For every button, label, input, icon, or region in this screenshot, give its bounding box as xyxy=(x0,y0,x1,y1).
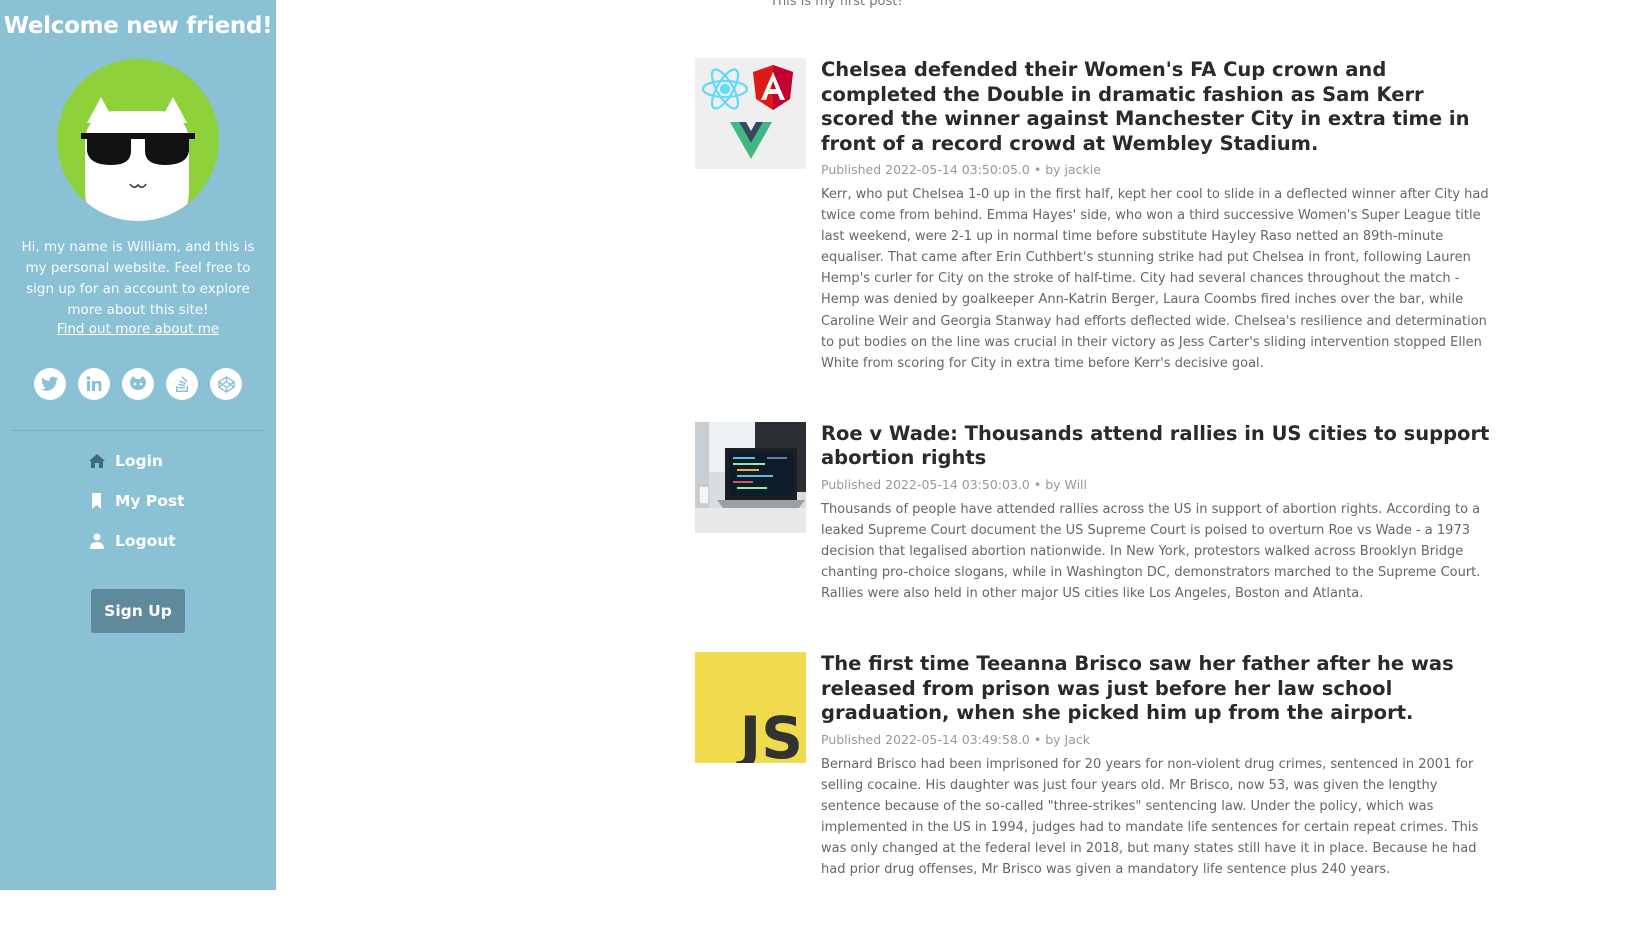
post-date: Published 2022-05-14 03:50:05.0 xyxy=(821,162,1030,177)
js-logo-text: JS xyxy=(736,704,803,763)
sidebar-divider xyxy=(11,430,265,431)
sidebar: Welcome new friend! Hi, my name is Willi… xyxy=(0,0,276,890)
social-links xyxy=(0,368,276,400)
post-body: The first time Teeanna Brisco saw her fa… xyxy=(821,652,1490,880)
sidebar-nav: Login My Post Logout xyxy=(0,449,276,553)
home-icon xyxy=(89,454,105,468)
post-title[interactable]: The first time Teeanna Brisco saw her fa… xyxy=(821,652,1490,726)
post-title[interactable]: Chelsea defended their Women's FA Cup cr… xyxy=(821,58,1490,156)
nav-item-logout[interactable]: Logout xyxy=(78,529,198,553)
nav-item-my-post[interactable]: My Post xyxy=(78,489,198,513)
post-thumbnail[interactable] xyxy=(695,421,806,533)
about-link[interactable]: Find out more about me xyxy=(0,321,276,337)
frameworks-logo-icon xyxy=(695,58,806,169)
bookmark-icon xyxy=(92,493,101,509)
meta-separator: • xyxy=(1033,162,1046,177)
post-thumbnail[interactable]: JS xyxy=(695,652,806,764)
post-list: Chelsea defended their Women's FA Cup cr… xyxy=(695,58,1490,928)
nav-item-label: My Post xyxy=(115,492,185,510)
avatar-mouth-icon xyxy=(129,183,147,188)
welcome-heading: Welcome new friend! xyxy=(3,13,273,39)
post-meta: Published 2022-05-14 03:49:58.0 • by Jac… xyxy=(821,732,1490,747)
sunglasses-icon xyxy=(81,133,195,165)
post-author: by jackie xyxy=(1045,162,1101,177)
post-author: by Will xyxy=(1045,476,1087,492)
post-excerpt: Thousands of people have attended rallie… xyxy=(821,501,1481,602)
stackoverflow-icon[interactable] xyxy=(166,368,198,400)
avatar xyxy=(57,59,219,221)
twitter-icon[interactable] xyxy=(34,368,66,400)
user-icon xyxy=(90,533,104,549)
post-excerpt: Bernard Brisco had been imprisoned for 2… xyxy=(821,756,1479,878)
sign-up-button[interactable]: Sign Up xyxy=(91,589,185,633)
nav-item-label: Logout xyxy=(115,532,176,550)
post-item: Chelsea defended their Women's FA Cup cr… xyxy=(695,58,1490,374)
javascript-logo-icon: JS xyxy=(695,652,806,764)
nav-item-label: Login xyxy=(115,452,163,470)
post-item: JS The first time Teeanna Brisco saw her… xyxy=(695,652,1490,880)
codepen-icon[interactable] xyxy=(210,368,242,400)
post-body: Chelsea defended their Women's FA Cup cr… xyxy=(821,58,1490,374)
post-item: Roe v Wade: Thousands attend rallies in … xyxy=(695,421,1490,604)
previous-post-snippet: This is my first post! xyxy=(770,0,903,9)
laptop-photo-icon xyxy=(695,421,806,533)
post-excerpt: Kerr, who put Chelsea 1-0 up in the firs… xyxy=(821,187,1489,371)
post-meta: Published 2022-05-14 03:50:03.0 • by Wil… xyxy=(821,477,1490,492)
nav-item-login[interactable]: Login xyxy=(78,449,198,473)
meta-separator: • xyxy=(1033,731,1046,747)
post-date: Published 2022-05-14 03:49:58.0 xyxy=(821,731,1030,747)
linkedin-icon[interactable] xyxy=(78,368,110,400)
post-thumbnail[interactable] xyxy=(695,58,806,169)
post-meta: Published 2022-05-14 03:50:05.0 • by jac… xyxy=(821,162,1490,177)
github-icon[interactable] xyxy=(122,368,154,400)
meta-separator: • xyxy=(1033,476,1046,492)
bio-text: Hi, my name is William, and this is my p… xyxy=(21,239,255,318)
post-date: Published 2022-05-14 03:50:03.0 xyxy=(821,476,1030,492)
post-body: Roe v Wade: Thousands attend rallies in … xyxy=(821,422,1490,604)
post-author: by Jack xyxy=(1045,731,1090,747)
post-title[interactable]: Roe v Wade: Thousands attend rallies in … xyxy=(821,422,1490,471)
